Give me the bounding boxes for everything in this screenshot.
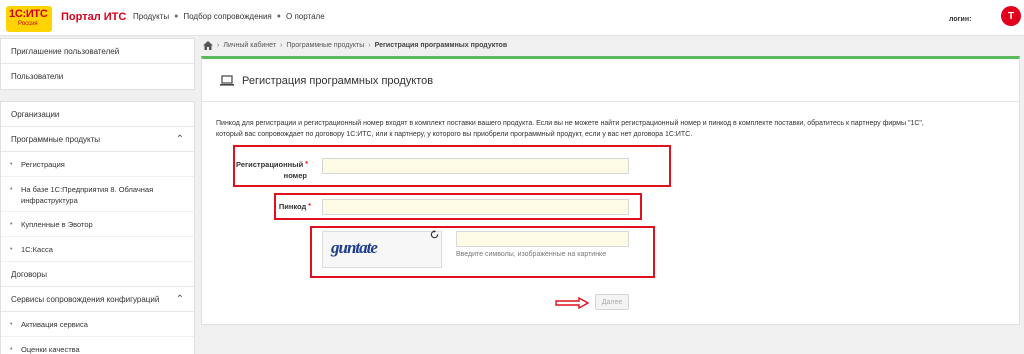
breadcrumb-current: Регистрация программных продуктов bbox=[374, 42, 508, 49]
sidebar-subitem-activation[interactable]: Активация сервиса bbox=[1, 312, 194, 337]
captcha-hint: Введите символы, изображенные на картинк… bbox=[456, 251, 607, 258]
breadcrumb-link-cabinet[interactable]: Личный кабинет bbox=[223, 42, 276, 49]
sidebar-item-users[interactable]: Пользователи bbox=[1, 64, 194, 89]
avatar[interactable]: Т bbox=[1001, 6, 1021, 26]
laptop-icon bbox=[220, 75, 234, 86]
sidebar-subitem-quality[interactable]: Оценки качества bbox=[1, 337, 194, 354]
page-title: Регистрация программных продуктов bbox=[242, 75, 434, 87]
breadcrumb-separator: › bbox=[368, 42, 371, 49]
sidebar-item-programs[interactable]: Программные продукты ⌃ bbox=[1, 127, 194, 152]
required-mark: * bbox=[305, 161, 308, 168]
panel-header: Регистрация программных продуктов bbox=[202, 59, 1019, 102]
pin-input[interactable] bbox=[322, 199, 629, 215]
nav-separator: ● bbox=[276, 13, 281, 20]
intro-line: Пинкод для регистрации и регистрационный… bbox=[216, 120, 924, 127]
sidebar-group-users: Приглашение пользователей Пользователи bbox=[0, 38, 195, 90]
reg-number-label-line2: номер bbox=[283, 171, 307, 180]
required-mark: * bbox=[308, 203, 311, 210]
sidebar-subitem-kassa[interactable]: 1С:Касса bbox=[1, 237, 194, 262]
sidebar-item-label: Программные продукты bbox=[11, 135, 101, 144]
reg-number-input[interactable] bbox=[322, 158, 629, 174]
breadcrumb-separator: › bbox=[217, 42, 220, 49]
intro-line: который вас сопровождает по договору 1С:… bbox=[216, 131, 693, 138]
next-button[interactable]: Далее bbox=[595, 294, 629, 310]
captcha-image: guntate bbox=[322, 231, 442, 268]
logo-text: 1С:ИТС bbox=[9, 8, 48, 20]
captcha-image-text: guntate bbox=[331, 238, 378, 257]
pin-label: Пинкод * bbox=[270, 201, 311, 212]
sidebar-group-main: Организации Программные продукты ⌃ Регис… bbox=[0, 101, 195, 354]
nav-products[interactable]: Продукты bbox=[133, 12, 169, 21]
sidebar-subitem-cloud[interactable]: На базе 1С:Предприятия 8. Облачная инфра… bbox=[1, 177, 194, 212]
registration-panel: Регистрация программных продуктов Пинкод… bbox=[201, 56, 1020, 325]
sidebar-item-invite-users[interactable]: Приглашение пользователей bbox=[1, 39, 194, 64]
home-icon[interactable] bbox=[203, 41, 213, 50]
breadcrumb-separator: › bbox=[280, 42, 283, 49]
refresh-icon[interactable] bbox=[430, 230, 439, 239]
arrow-right-icon bbox=[555, 297, 590, 309]
login-label: логин: bbox=[949, 16, 972, 23]
chevron-up-icon[interactable]: ⌃ bbox=[176, 127, 184, 152]
sidebar-item-services[interactable]: Сервисы сопровождения конфигураций ⌃ bbox=[1, 287, 194, 312]
sidebar-subitem-registration[interactable]: Регистрация bbox=[1, 152, 194, 177]
top-nav: Продукты ● Подбор сопровождения ● О порт… bbox=[133, 12, 325, 21]
nav-separator: ● bbox=[174, 13, 179, 20]
nav-support-selection[interactable]: Подбор сопровождения bbox=[183, 12, 271, 21]
sidebar: Приглашение пользователей Пользователи О… bbox=[0, 36, 195, 354]
sidebar-item-contracts[interactable]: Договоры bbox=[1, 262, 194, 287]
sidebar-subitem-evotor[interactable]: Купленные в Эвотор bbox=[1, 212, 194, 237]
reg-number-label: Регистрационный * номер bbox=[236, 159, 308, 181]
its-logo[interactable]: 1С:ИТС Россия bbox=[6, 6, 52, 32]
breadcrumb: › Личный кабинет › Программные продукты … bbox=[203, 41, 507, 50]
nav-about[interactable]: О портале bbox=[286, 12, 325, 21]
chevron-up-icon[interactable]: ⌃ bbox=[176, 287, 184, 312]
captcha-input[interactable] bbox=[456, 231, 629, 247]
intro-text: Пинкод для регистрации и регистрационный… bbox=[216, 118, 1006, 140]
pin-label-text: Пинкод bbox=[278, 202, 307, 211]
top-header: 1С:ИТС Россия Портал ИТС Продукты ● Подб… bbox=[0, 0, 1024, 36]
logo-subtext: Россия bbox=[18, 21, 38, 27]
sidebar-item-organizations[interactable]: Организации bbox=[1, 102, 194, 127]
breadcrumb-link-programs[interactable]: Программные продукты bbox=[286, 42, 364, 49]
reg-number-label-line1: Регистрационный bbox=[236, 160, 304, 169]
sidebar-item-label: Сервисы сопровождения конфигураций bbox=[11, 295, 160, 304]
portal-title[interactable]: Портал ИТС bbox=[61, 11, 126, 23]
